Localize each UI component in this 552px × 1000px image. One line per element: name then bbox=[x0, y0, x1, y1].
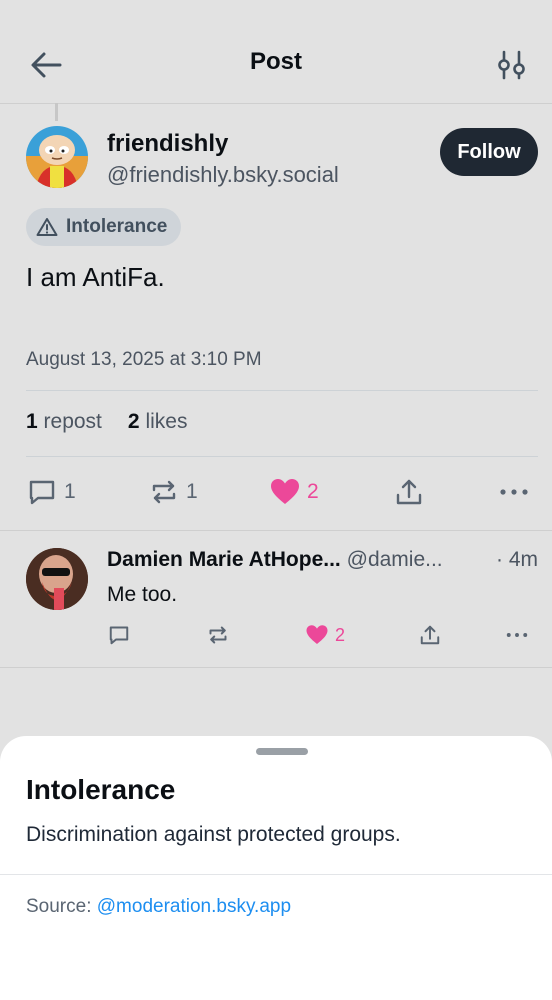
share-icon bbox=[396, 479, 422, 505]
reply-text: Me too. bbox=[107, 583, 178, 606]
comment-icon bbox=[109, 626, 129, 645]
like-count: 2 bbox=[307, 480, 319, 503]
repost-button[interactable]: 1 bbox=[148, 474, 198, 510]
sheet-title: Intolerance bbox=[26, 774, 176, 805]
share-button[interactable] bbox=[394, 474, 424, 510]
moderation-label-text: Intolerance bbox=[66, 216, 168, 237]
reply-author-avatar[interactable] bbox=[26, 548, 88, 610]
more-icon bbox=[506, 633, 528, 637]
divider bbox=[26, 390, 538, 391]
reply-actions: 2 bbox=[107, 620, 535, 650]
follow-button[interactable]: Follow bbox=[440, 128, 538, 176]
sheet-source: Source: @moderation.bsky.app bbox=[26, 896, 291, 918]
divider bbox=[26, 456, 538, 457]
source-link[interactable]: @moderation.bsky.app bbox=[97, 896, 291, 917]
post-thread-screen: Post friendishly @friendishly.bsky.socia… bbox=[0, 0, 552, 1000]
source-label: Source: bbox=[26, 896, 92, 917]
sheet-divider bbox=[0, 874, 552, 875]
moderation-label-pill[interactable]: Intolerance bbox=[26, 208, 182, 246]
section-divider bbox=[0, 530, 552, 531]
post-stats: 1 repost 2 likes bbox=[26, 410, 187, 434]
reposts-stat[interactable]: 1 repost bbox=[26, 410, 102, 434]
repost-icon bbox=[209, 626, 227, 644]
repost-icon bbox=[152, 480, 176, 504]
label-info-sheet: Intolerance Discrimination against prote… bbox=[0, 736, 552, 1000]
reply-share-button[interactable] bbox=[418, 620, 442, 650]
post-timestamp: August 13, 2025 at 3:10 PM bbox=[26, 349, 262, 370]
likes-stat[interactable]: 2 likes bbox=[128, 410, 188, 434]
reply-like-button[interactable]: 2 bbox=[305, 620, 345, 650]
reply-count: 1 bbox=[64, 480, 76, 503]
post-text: I am AntiFa. bbox=[26, 262, 165, 292]
heart-icon bbox=[271, 479, 299, 504]
post-actions: 1 1 2 bbox=[26, 474, 538, 514]
author-avatar[interactable] bbox=[26, 126, 88, 188]
more-icon bbox=[500, 489, 528, 495]
reply-author-name[interactable]: Damien Marie AtHope... bbox=[107, 548, 341, 571]
repost-count: 1 bbox=[186, 480, 198, 503]
thread-settings-button[interactable] bbox=[496, 48, 528, 82]
reply-repost-button[interactable] bbox=[206, 620, 230, 650]
reply-time: · 4m bbox=[496, 548, 538, 571]
sheet-drag-handle[interactable] bbox=[256, 748, 308, 755]
more-options-button[interactable] bbox=[498, 474, 530, 510]
thread-connector bbox=[55, 103, 58, 121]
like-button[interactable]: 2 bbox=[269, 474, 319, 510]
author-handle[interactable]: @friendishly.bsky.social bbox=[107, 162, 339, 188]
section-divider bbox=[0, 667, 552, 668]
reply-button[interactable]: 1 bbox=[26, 474, 76, 510]
heart-icon bbox=[306, 625, 328, 644]
reply-header: Damien Marie AtHope... @damie... bbox=[107, 548, 539, 572]
reply-more-button[interactable] bbox=[505, 620, 529, 650]
sheet-description: Discrimination against protected groups. bbox=[26, 823, 401, 846]
share-icon bbox=[420, 625, 440, 645]
reply-reply-button[interactable] bbox=[107, 620, 131, 650]
warning-icon bbox=[36, 218, 58, 236]
reply-author-handle[interactable]: @damie... bbox=[347, 548, 443, 571]
top-bar: Post bbox=[0, 0, 552, 104]
author-display-name[interactable]: friendishly bbox=[107, 130, 228, 158]
page-title: Post bbox=[249, 48, 302, 75]
sliders-icon bbox=[498, 50, 525, 80]
reply-like-count: 2 bbox=[335, 624, 346, 645]
comment-icon bbox=[29, 480, 55, 505]
